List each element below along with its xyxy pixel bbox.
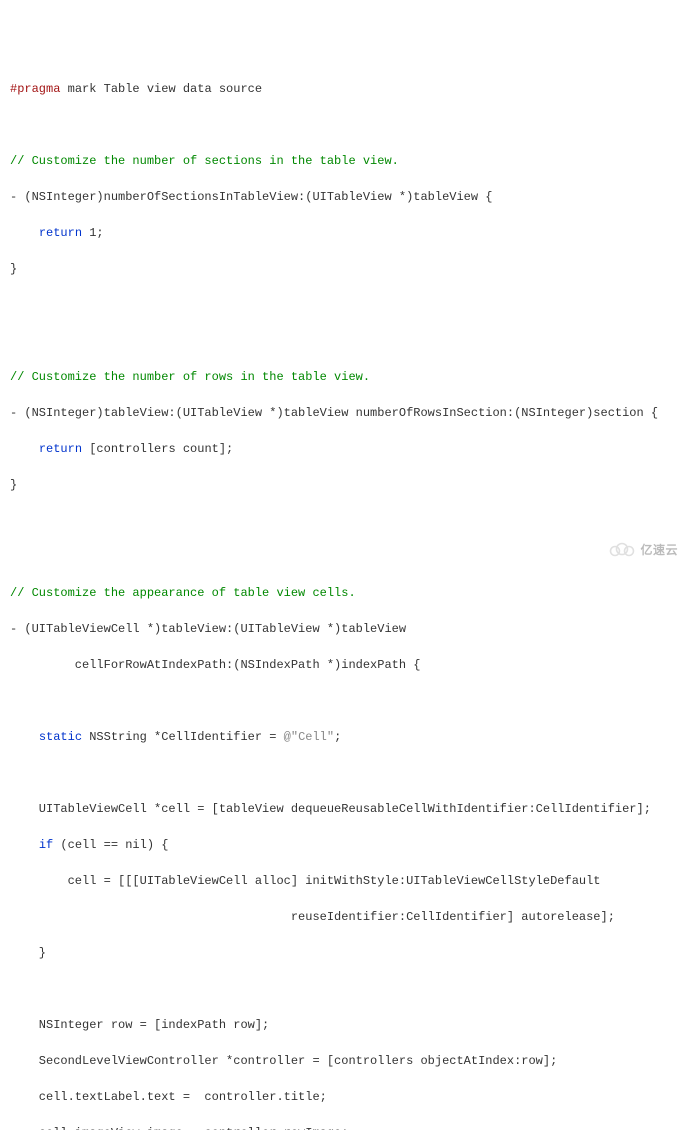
code-line: - (NSInteger)numberOfSectionsInTableView… — [10, 188, 676, 206]
code-text: } — [10, 478, 17, 492]
string-literal: @"Cell" — [284, 730, 334, 744]
code-text: - (UITableViewCell *)tableView:(UITableV… — [10, 622, 406, 636]
blank-line — [10, 548, 676, 566]
indent — [10, 730, 39, 744]
blank-line — [10, 764, 676, 782]
code-text: UITableViewCell *cell = [tableView deque… — [10, 802, 651, 816]
code-text: } — [10, 262, 17, 276]
code-line: // Customize the appearance of table vie… — [10, 584, 676, 602]
code-line: SecondLevelViewController *controller = … — [10, 1052, 676, 1070]
code-text: } — [10, 946, 46, 960]
code-line: return 1; — [10, 224, 676, 242]
preprocessor-directive: #pragma — [10, 82, 60, 96]
keyword-return: return — [39, 226, 82, 240]
code-line: if (cell == nil) { — [10, 836, 676, 854]
keyword-static: static — [39, 730, 82, 744]
comment: // Customize the number of sections in t… — [10, 154, 399, 168]
indent — [10, 838, 39, 852]
blank-line — [10, 332, 676, 350]
keyword-if: if — [39, 838, 53, 852]
code-line: reuseIdentifier:CellIdentifier] autorele… — [10, 908, 676, 926]
comment: // Customize the number of rows in the t… — [10, 370, 370, 384]
blank-line — [10, 692, 676, 710]
code-text: cell.textLabel.text = controller.title; — [10, 1090, 327, 1104]
code-text: reuseIdentifier:CellIdentifier] autorele… — [10, 910, 615, 924]
blank-line — [10, 296, 676, 314]
cloud-icon — [608, 542, 636, 558]
code-text: 1; — [82, 226, 104, 240]
code-line: UITableViewCell *cell = [tableView deque… — [10, 800, 676, 818]
code-text: NSString *CellIdentifier = — [82, 730, 284, 744]
code-line: } — [10, 476, 676, 494]
code-text: mark Table view data source — [60, 82, 262, 96]
code-line: cellForRowAtIndexPath:(NSIndexPath *)ind… — [10, 656, 676, 674]
indent — [10, 226, 39, 240]
code-text: (cell == nil) { — [53, 838, 168, 852]
indent — [10, 442, 39, 456]
code-line: NSInteger row = [indexPath row]; — [10, 1016, 676, 1034]
code-line: } — [10, 260, 676, 278]
comment: // Customize the appearance of table vie… — [10, 586, 356, 600]
keyword-return: return — [39, 442, 82, 456]
code-text: NSInteger row = [indexPath row]; — [10, 1018, 269, 1032]
code-line: - (UITableViewCell *)tableView:(UITableV… — [10, 620, 676, 638]
blank-line — [10, 980, 676, 998]
code-line: return [controllers count]; — [10, 440, 676, 458]
code-line: #pragma mark Table view data source — [10, 80, 676, 98]
code-line: // Customize the number of sections in t… — [10, 152, 676, 170]
code-text: cellForRowAtIndexPath:(NSIndexPath *)ind… — [10, 658, 420, 672]
code-text: [controllers count]; — [82, 442, 233, 456]
code-text: - (NSInteger)tableView:(UITableView *)ta… — [10, 406, 658, 420]
code-line: cell.imageView.image = controller.rowIma… — [10, 1124, 676, 1130]
watermark: 亿速云 — [608, 541, 678, 559]
code-text: cell = [[[UITableViewCell alloc] initWit… — [10, 874, 601, 888]
code-text: ; — [334, 730, 341, 744]
watermark-text: 亿速云 — [640, 541, 678, 559]
code-text: - (NSInteger)numberOfSectionsInTableView… — [10, 190, 492, 204]
blank-line — [10, 512, 676, 530]
code-line: // Customize the number of rows in the t… — [10, 368, 676, 386]
code-line: cell.textLabel.text = controller.title; — [10, 1088, 676, 1106]
code-text: cell.imageView.image = controller.rowIma… — [10, 1126, 348, 1130]
code-line: } — [10, 944, 676, 962]
code-line: cell = [[[UITableViewCell alloc] initWit… — [10, 872, 676, 890]
code-line: static NSString *CellIdentifier = @"Cell… — [10, 728, 676, 746]
code-line: - (NSInteger)tableView:(UITableView *)ta… — [10, 404, 676, 422]
code-text: SecondLevelViewController *controller = … — [10, 1054, 557, 1068]
blank-line — [10, 116, 676, 134]
